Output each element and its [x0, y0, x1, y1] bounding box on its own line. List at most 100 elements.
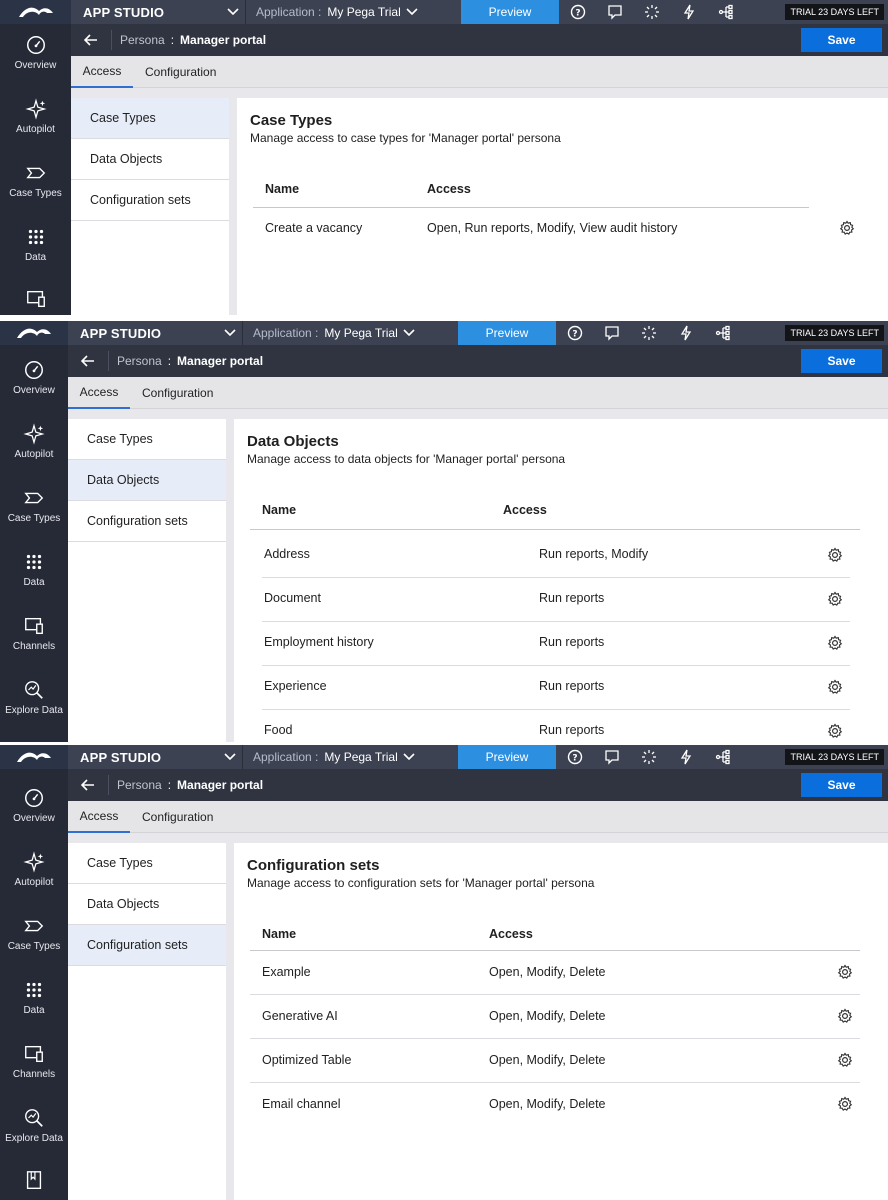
- loading-button[interactable]: [630, 321, 667, 345]
- application-selector[interactable]: Application : My Pega Trial: [245, 0, 461, 24]
- nav-overview[interactable]: Overview: [0, 787, 68, 824]
- gear-icon[interactable]: [827, 635, 843, 651]
- column-header-name[interactable]: Name: [262, 927, 296, 941]
- hierarchy-button[interactable]: [707, 0, 744, 24]
- nav-documentation[interactable]: [0, 1169, 68, 1191]
- tab-access[interactable]: Access: [68, 801, 130, 833]
- preview-button[interactable]: Preview: [458, 745, 556, 769]
- comments-button[interactable]: [593, 321, 630, 345]
- actions-button[interactable]: [667, 321, 704, 345]
- case-tag-icon: [25, 167, 45, 179]
- access-subnav: Case Types Data Objects Configuration se…: [71, 98, 229, 315]
- subnav-case-types[interactable]: Case Types: [68, 419, 226, 460]
- column-header-access[interactable]: Access: [489, 927, 533, 941]
- column-header-name[interactable]: Name: [265, 182, 299, 196]
- column-header-name[interactable]: Name: [262, 503, 296, 517]
- tab-access[interactable]: Access: [68, 377, 130, 409]
- hierarchy-button[interactable]: [704, 745, 741, 769]
- back-button[interactable]: [68, 355, 108, 367]
- nav-explore-data[interactable]: Explore Data: [0, 1107, 68, 1144]
- column-header-access[interactable]: Access: [503, 503, 547, 517]
- row-access: Open, Modify, Delete: [489, 1097, 606, 1111]
- comments-button[interactable]: [596, 0, 633, 24]
- access-subnav: Case Types Data Objects Configuration se…: [68, 419, 226, 742]
- nav-overview-label: Overview: [13, 813, 55, 824]
- tab-configuration[interactable]: Configuration: [142, 801, 213, 833]
- gear-icon[interactable]: [839, 220, 855, 236]
- nav-overview[interactable]: Overview: [0, 359, 68, 396]
- application-name: My Pega Trial: [327, 5, 401, 19]
- record-header: Persona : Manager portal Save: [71, 24, 888, 56]
- nav-channels[interactable]: Channels: [0, 1043, 68, 1080]
- help-button[interactable]: ?: [556, 321, 593, 345]
- gear-icon[interactable]: [837, 1052, 853, 1068]
- gear-icon[interactable]: [837, 1008, 853, 1024]
- nav-autopilot[interactable]: Autopilot: [0, 98, 71, 135]
- help-icon: ?: [567, 325, 582, 341]
- loading-button[interactable]: [630, 745, 667, 769]
- row-access: Run reports: [539, 591, 605, 605]
- nav-autopilot[interactable]: Autopilot: [0, 851, 68, 888]
- nav-explore-data[interactable]: Explore Data: [0, 679, 68, 716]
- save-button[interactable]: Save: [801, 773, 882, 797]
- gear-icon[interactable]: [827, 723, 843, 739]
- loading-button[interactable]: [633, 0, 670, 24]
- nav-autopilot-label: Autopilot: [16, 124, 55, 135]
- gear-icon[interactable]: [827, 679, 843, 695]
- subnav-configuration-sets[interactable]: Configuration sets: [68, 925, 226, 966]
- help-button[interactable]: ?: [559, 0, 596, 24]
- nav-channels[interactable]: Channels: [0, 615, 68, 652]
- column-header-access[interactable]: Access: [427, 182, 471, 196]
- preview-button[interactable]: Preview: [461, 0, 559, 24]
- back-button[interactable]: [71, 34, 111, 46]
- nav-case-types[interactable]: Case Types: [0, 487, 68, 524]
- nav-data[interactable]: Data: [0, 551, 68, 588]
- tab-access[interactable]: Access: [71, 56, 133, 88]
- pega-logo[interactable]: [0, 321, 68, 345]
- back-button[interactable]: [68, 779, 108, 791]
- subnav-data-objects[interactable]: Data Objects: [68, 460, 226, 501]
- save-button[interactable]: Save: [801, 28, 882, 52]
- nav-channels[interactable]: [0, 288, 71, 310]
- preview-button[interactable]: Preview: [458, 321, 556, 345]
- comments-button[interactable]: [593, 745, 630, 769]
- nav-autopilot[interactable]: Autopilot: [0, 423, 68, 460]
- nav-data[interactable]: Data: [0, 226, 71, 263]
- actions-button[interactable]: [667, 745, 704, 769]
- subnav-case-types[interactable]: Case Types: [68, 843, 226, 884]
- studio-switcher[interactable]: [218, 329, 242, 337]
- pega-logo[interactable]: [0, 0, 71, 24]
- application-selector[interactable]: Application : My Pega Trial: [242, 745, 458, 769]
- studio-switcher[interactable]: [221, 8, 245, 16]
- nav-explore-data-label: Explore Data: [5, 705, 63, 716]
- subnav-case-types[interactable]: Case Types: [71, 98, 229, 139]
- nav-overview[interactable]: Overview: [0, 34, 71, 71]
- subnav-data-objects[interactable]: Data Objects: [68, 884, 226, 925]
- row-name: Experience: [264, 679, 327, 693]
- case-tag-icon: [24, 920, 44, 932]
- gear-icon[interactable]: [837, 964, 853, 980]
- hierarchy-button[interactable]: [704, 321, 741, 345]
- page-title: Data Objects: [247, 433, 339, 450]
- chevron-down-icon: [406, 8, 418, 16]
- subnav-configuration-sets[interactable]: Configuration sets: [68, 501, 226, 542]
- subnav-data-objects[interactable]: Data Objects: [71, 139, 229, 180]
- actions-button[interactable]: [670, 0, 707, 24]
- help-button[interactable]: ?: [556, 745, 593, 769]
- subnav-configuration-sets[interactable]: Configuration sets: [71, 180, 229, 221]
- nav-data[interactable]: Data: [0, 979, 68, 1016]
- tab-configuration[interactable]: Configuration: [145, 56, 216, 88]
- devices-icon: [26, 290, 45, 308]
- save-button[interactable]: Save: [801, 349, 882, 373]
- nav-case-types[interactable]: Case Types: [0, 162, 71, 199]
- tab-configuration[interactable]: Configuration: [142, 377, 213, 409]
- gauge-icon: [26, 36, 45, 54]
- gear-icon[interactable]: [827, 547, 843, 563]
- trial-badge: TRIAL 23 DAYS LEFT: [785, 4, 884, 20]
- gear-icon[interactable]: [827, 591, 843, 607]
- pega-logo[interactable]: [0, 745, 68, 769]
- gear-icon[interactable]: [837, 1096, 853, 1112]
- nav-case-types[interactable]: Case Types: [0, 915, 68, 952]
- studio-switcher[interactable]: [218, 753, 242, 761]
- application-selector[interactable]: Application : My Pega Trial: [242, 321, 458, 345]
